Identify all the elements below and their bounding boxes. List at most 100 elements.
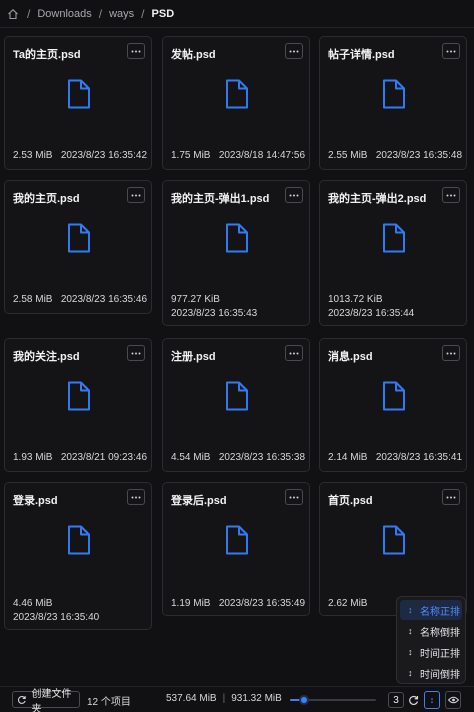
- more-options-button[interactable]: [285, 345, 303, 361]
- sort-option-time-desc[interactable]: ↕ 时间倒排: [400, 663, 462, 683]
- file-card[interactable]: 我的主页-弹出2.psd 1013.72 KiB 2023/8/23 16:35…: [319, 180, 467, 326]
- file-size: 2.55 MiB: [328, 150, 368, 161]
- eye-icon: [447, 696, 459, 704]
- file-icon: [226, 525, 248, 555]
- file-date: 2023/8/23 16:35:40: [13, 612, 100, 623]
- file-name: 我的关注.psd: [13, 351, 80, 363]
- file-card[interactable]: 我的主页-弹出1.psd 977.27 KiB 2023/8/23 16:35:…: [162, 180, 310, 326]
- file-meta: 1.93 MiB 2023/8/21 09:23:46: [13, 451, 147, 464]
- more-options-button[interactable]: [127, 43, 145, 59]
- file-size: 1.75 MiB: [171, 150, 211, 161]
- zoom-slider[interactable]: [290, 695, 376, 705]
- file-name: 帖子详情.psd: [328, 49, 395, 61]
- item-count: 12 个项目: [87, 697, 131, 708]
- sort-option-time-asc[interactable]: ↕ 时间正排: [400, 642, 462, 662]
- more-options-button[interactable]: [442, 43, 460, 59]
- file-meta: 2.53 MiB 2023/8/23 16:35:42: [13, 149, 147, 162]
- sort-arrows-icon: ↕: [408, 626, 413, 636]
- breadcrumb-item-downloads[interactable]: Downloads: [37, 8, 91, 20]
- file-date: 2023/8/23 16:35:46: [60, 294, 148, 305]
- home-icon[interactable]: [6, 7, 20, 21]
- sort-option-label: 时间正排: [420, 648, 460, 660]
- file-date: 2023/8/21 09:23:46: [60, 452, 148, 463]
- file-size: 2.14 MiB: [328, 452, 368, 463]
- breadcrumb-current: PSD: [151, 7, 175, 20]
- file-name: 我的主页.psd: [13, 193, 80, 205]
- file-icon: [68, 79, 90, 109]
- create-folder-label: 创建文件夹: [31, 688, 72, 712]
- file-date: 2023/8/23 16:35:41: [375, 452, 463, 463]
- file-name: 消息.psd: [328, 351, 373, 363]
- sort-arrows-icon: ↕: [408, 647, 413, 657]
- file-date: 2023/8/23 16:35:44: [328, 308, 415, 319]
- disk-separator: |: [222, 693, 226, 704]
- sort-option-name-asc[interactable]: ↕ 名称正排: [400, 600, 462, 620]
- file-size: 2.53 MiB: [13, 150, 53, 161]
- file-date: 2023/8/23 16:35:48: [375, 150, 463, 161]
- file-size: 977.27 KiB: [171, 294, 220, 305]
- sort-button[interactable]: ↕: [424, 691, 440, 709]
- file-icon: [68, 381, 90, 411]
- file-card[interactable]: 消息.psd 2.14 MiB 2023/8/23 16:35:41: [319, 338, 467, 472]
- file-name: 首页.psd: [328, 495, 373, 507]
- breadcrumb-separator: /: [141, 6, 145, 21]
- file-icon: [383, 381, 405, 411]
- status-bar: 创建文件夹 12 个项目 537.64 MiB | 931.32 MiB 3 ↕: [0, 686, 474, 712]
- file-meta: 4.54 MiB 2023/8/23 16:35:38: [171, 451, 305, 464]
- create-folder-button[interactable]: 创建文件夹: [12, 689, 80, 712]
- file-card[interactable]: 我的主页.psd 2.58 MiB 2023/8/23 16:35:46: [4, 180, 152, 314]
- more-options-button[interactable]: [442, 345, 460, 361]
- sort-option-label: 时间倒排: [420, 669, 460, 681]
- breadcrumb-separator: /: [98, 6, 103, 21]
- sort-arrows-icon: ↕: [429, 695, 435, 705]
- file-size: 1.93 MiB: [13, 452, 53, 463]
- more-options-button[interactable]: [285, 43, 303, 59]
- breadcrumb-item-ways[interactable]: ways: [109, 8, 134, 20]
- file-icon: [383, 525, 405, 555]
- file-card[interactable]: 登录.psd 4.46 MiB 2023/8/23 16:35:40: [4, 482, 152, 630]
- disk-free: 537.64 MiB: [166, 693, 217, 704]
- file-name: 注册.psd: [171, 351, 216, 363]
- sort-arrows-icon: ↕: [408, 605, 413, 615]
- more-options-button[interactable]: [442, 489, 460, 505]
- sort-option-name-desc[interactable]: ↕ 名称倒排: [400, 621, 462, 641]
- file-icon: [226, 381, 248, 411]
- file-name: 登录后.psd: [171, 495, 227, 507]
- refresh-icon: [17, 695, 26, 704]
- more-options-button[interactable]: [285, 187, 303, 203]
- disk-total: 931.32 MiB: [231, 693, 282, 704]
- file-size: 2.62 MiB: [328, 598, 368, 609]
- file-date: 2023/8/23 16:35:42: [60, 150, 148, 161]
- breadcrumb-separator: /: [27, 6, 31, 21]
- file-meta: 1.75 MiB 2023/8/18 14:47:56: [171, 149, 305, 162]
- file-date: 2023/8/23 16:35:38: [218, 452, 306, 463]
- file-card[interactable]: 帖子详情.psd 2.55 MiB 2023/8/23 16:35:48: [319, 36, 467, 170]
- more-options-button[interactable]: [127, 345, 145, 361]
- breadcrumb: / Downloads / ways / PSD: [0, 0, 474, 28]
- more-options-button[interactable]: [127, 187, 145, 203]
- sort-menu: ↕ 名称正排 ↕ 名称倒排 ↕ 时间正排 ↕ 时间倒排: [396, 596, 466, 684]
- file-name: 我的主页-弹出2.psd: [328, 193, 427, 205]
- refresh-button[interactable]: [406, 692, 420, 708]
- file-icon: [68, 223, 90, 253]
- file-meta: 2.55 MiB 2023/8/23 16:35:48: [328, 149, 462, 162]
- more-options-button[interactable]: [442, 187, 460, 203]
- file-meta: 1.19 MiB 2023/8/23 16:35:49: [171, 597, 305, 610]
- sort-option-label: 名称倒排: [420, 627, 460, 639]
- file-card[interactable]: 登录后.psd 1.19 MiB 2023/8/23 16:35:49: [162, 482, 310, 616]
- more-options-button[interactable]: [285, 489, 303, 505]
- more-options-button[interactable]: [127, 489, 145, 505]
- file-icon: [226, 223, 248, 253]
- file-card[interactable]: Ta的主页.psd 2.53 MiB 2023/8/23 16:35:42: [4, 36, 152, 170]
- zoom-slider-thumb[interactable]: [298, 695, 309, 705]
- disk-usage: 537.64 MiB | 931.32 MiB: [166, 693, 282, 704]
- file-card[interactable]: 注册.psd 4.54 MiB 2023/8/23 16:35:38: [162, 338, 310, 472]
- file-name: Ta的主页.psd: [13, 49, 81, 61]
- file-card[interactable]: 发帖.psd 1.75 MiB 2023/8/18 14:47:56: [162, 36, 310, 170]
- columns-count[interactable]: 3: [388, 692, 404, 708]
- refresh-icon: [408, 695, 418, 705]
- file-card[interactable]: 我的关注.psd 1.93 MiB 2023/8/21 09:23:46: [4, 338, 152, 472]
- file-meta: 2.14 MiB 2023/8/23 16:35:41: [328, 451, 462, 464]
- toggle-visibility-button[interactable]: [445, 691, 461, 709]
- file-meta: 2.58 MiB 2023/8/23 16:35:46: [13, 293, 147, 306]
